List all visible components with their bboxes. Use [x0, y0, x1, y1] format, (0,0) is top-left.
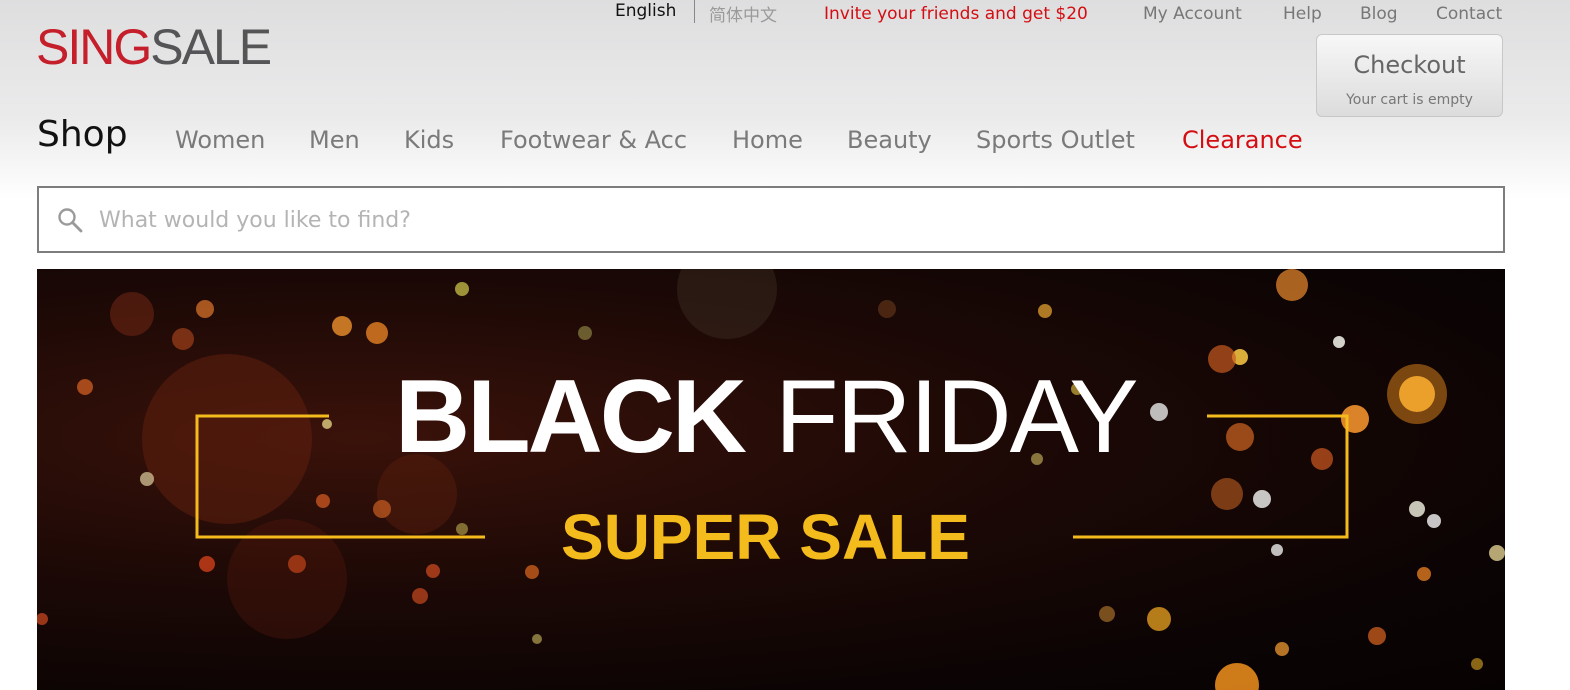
- banner-headline-black: BLACK: [395, 359, 747, 475]
- invite-friends-link[interactable]: Invite your friends and get $20: [824, 4, 1088, 24]
- language-chinese-link[interactable]: 简体中文: [709, 1, 777, 26]
- site-logo[interactable]: SINGSALE: [36, 19, 272, 75]
- bokeh-background: [37, 269, 1505, 690]
- page: SINGSALE English 简体中文 Invite your friend…: [0, 0, 1570, 690]
- shop-heading: Shop: [37, 114, 128, 155]
- blog-link[interactable]: Blog: [1360, 4, 1398, 24]
- nav-item-kids[interactable]: Kids: [404, 126, 454, 154]
- language-english-link[interactable]: English: [615, 1, 676, 21]
- nav-item-men[interactable]: Men: [309, 126, 360, 154]
- nav-item-clearance[interactable]: Clearance: [1182, 126, 1303, 154]
- search-input[interactable]: [97, 196, 1481, 244]
- search-bar: [37, 186, 1505, 253]
- banner-headline-friday: FRIDAY: [775, 359, 1139, 475]
- logo-part-sale: SALE: [150, 19, 272, 75]
- checkout-title: Checkout: [1353, 51, 1466, 79]
- nav-item-beauty[interactable]: Beauty: [847, 126, 932, 154]
- bokeh-lights: [37, 269, 1505, 690]
- help-link[interactable]: Help: [1283, 4, 1322, 24]
- banner-subheadline: SUPER SALE: [561, 501, 970, 573]
- checkout-button[interactable]: Checkout Your cart is empty: [1316, 34, 1503, 117]
- nav-item-women[interactable]: Women: [175, 126, 265, 154]
- search-icon[interactable]: [57, 207, 83, 233]
- nav-item-home[interactable]: Home: [732, 126, 803, 154]
- black-friday-banner[interactable]: BLACK FRIDAY SUPER SALE: [37, 269, 1505, 690]
- nav-item-footwear-acc[interactable]: Footwear & Acc: [500, 126, 687, 154]
- my-account-link[interactable]: My Account: [1143, 4, 1242, 24]
- contact-link[interactable]: Contact: [1436, 4, 1502, 24]
- logo-part-sing: SING: [36, 19, 152, 75]
- cart-status: Your cart is empty: [1346, 92, 1473, 108]
- language-divider: [694, 0, 695, 23]
- nav-item-sports-outlet[interactable]: Sports Outlet: [976, 126, 1135, 154]
